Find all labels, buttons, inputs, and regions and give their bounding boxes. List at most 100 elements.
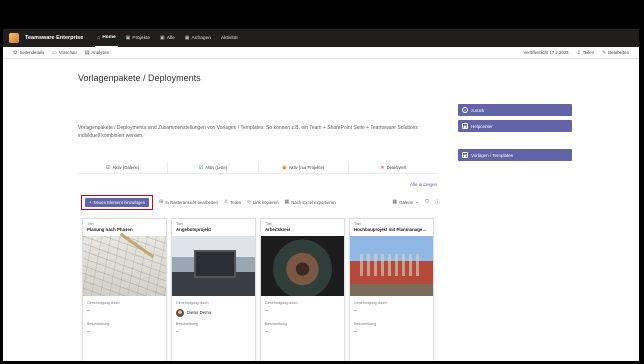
- preview-label: Vorschau: [58, 50, 77, 55]
- copy-link-button[interactable]: ∞ Link kopieren: [247, 199, 278, 205]
- show-all-link[interactable]: Alle anzeigen: [410, 182, 437, 187]
- tab-label: Aktiv (Liste): [205, 165, 228, 170]
- card-title-label: Titel: [87, 222, 94, 226]
- copy-link-label: Link kopieren: [252, 199, 279, 205]
- nav-item-label: Alle: [166, 35, 175, 41]
- site-logo-icon[interactable]: [9, 33, 19, 43]
- command-bar: ⚙ Seitendetails ▭ Vorschau ▤ Analysen Ve…: [3, 47, 639, 59]
- folder-icon: ▣: [281, 164, 287, 171]
- gear-icon: ⚙: [13, 49, 18, 56]
- card-description-value: –: [176, 329, 179, 335]
- card-approval-label: Genehmigung durch: [354, 301, 387, 305]
- card-description-label: Beschreibung: [176, 322, 198, 326]
- helpcenter-button[interactable]: ▣ Helpcenter: [458, 120, 572, 132]
- approver-name: Dieter Demo: [187, 310, 212, 315]
- gallery-card[interactable]: Titel Hochbauprojekt mit Planmanagem... …: [349, 218, 434, 361]
- highlight-box: + Neues Element hinzufügen: [81, 194, 154, 210]
- tab-aktiv-nur-projekte[interactable]: ▣ Aktiv (nur Projekte): [259, 162, 349, 173]
- nav-item-label: Anfragen: [191, 35, 211, 41]
- close-icon: ✕: [380, 164, 385, 171]
- card-description-value: –: [265, 329, 268, 335]
- card-approval-label: Genehmigung durch: [87, 301, 120, 305]
- templates-button[interactable]: ▣ Vorlagen / Templates: [458, 149, 572, 161]
- avatar: [176, 308, 184, 317]
- tab-label: Aktiv (nur Projekte): [288, 165, 325, 170]
- share-list-label: Teilen: [230, 199, 242, 205]
- tab-aktiv-liste[interactable]: ☑ Aktiv (Liste): [168, 162, 259, 173]
- view-selector-label: Galerie: [399, 199, 414, 205]
- export-excel-button[interactable]: ▦ Nach Excel exportieren: [284, 199, 335, 205]
- grid-edit-button[interactable]: ⊞ In Rasteransicht bearbeiten: [159, 199, 218, 205]
- published-status: Veröffentlicht 17.2.2023: [523, 50, 569, 55]
- plus-icon: +: [89, 199, 92, 205]
- new-item-label: Neues Element hinzufügen: [93, 199, 146, 205]
- card-approval-value: –: [354, 308, 357, 314]
- nav-item-alle[interactable]: ▣ Alle: [158, 29, 177, 47]
- card-description-label: Beschreibung: [87, 322, 109, 326]
- card-title-label: Titel: [176, 222, 183, 226]
- page-canvas: Vorlagenpakete / Deployments Vorlagenpak…: [3, 59, 639, 361]
- list-toolbar: + Neues Element hinzufügen ⊞ In Rasteran…: [78, 194, 440, 210]
- site-title[interactable]: Teamsware Enterprise: [25, 35, 83, 41]
- new-item-button[interactable]: + Neues Element hinzufügen: [85, 197, 150, 207]
- card-description-value: –: [87, 329, 90, 335]
- back-button[interactable]: + zurück: [458, 104, 572, 116]
- card-approver[interactable]: Dieter Demo: [172, 305, 255, 317]
- nav-item-aktivitaet[interactable]: Aktivität: [219, 29, 240, 47]
- back-label: zurück: [471, 107, 485, 113]
- tab-label: Deaktiviert: [386, 165, 407, 170]
- card-title: Hochbauprojekt mit Planmanagem...: [354, 227, 430, 232]
- home-icon: ⌂: [97, 34, 101, 41]
- view-tabs: ☑ Aktiv (Galerie) ☑ Aktiv (Liste) ▣ Akti…: [78, 162, 438, 174]
- card-description-label: Beschreibung: [265, 322, 287, 326]
- card-title: Arbeitskreis: [265, 227, 291, 232]
- analytics-button[interactable]: ▤ Analysen: [85, 50, 109, 56]
- page-details-button[interactable]: ⚙ Seitendetails: [13, 50, 44, 56]
- nav-item-anfragen[interactable]: ▣ Anfragen: [183, 29, 213, 47]
- gallery-card[interactable]: Titel Planung nach Phasen Genehmigung du…: [82, 218, 167, 361]
- page-description: Vorlagenpakete / Deployments sind Zusamm…: [78, 125, 418, 139]
- share-icon: ⇪: [223, 199, 229, 205]
- template-icon: ▣: [462, 152, 468, 158]
- nav-item-home[interactable]: ⌂ Home: [95, 29, 118, 47]
- card-title: Angebotsprojekt: [176, 227, 211, 232]
- excel-icon: ▦: [284, 199, 290, 205]
- check-icon: ☑: [198, 164, 204, 171]
- gallery-icon: ▦: [392, 199, 398, 205]
- grid-icon: ⊞: [159, 199, 164, 205]
- share-button[interactable]: ⇪ Teilen: [577, 50, 594, 56]
- edit-label: Bearbeiten: [608, 50, 629, 55]
- folder-icon: ▣: [160, 35, 165, 41]
- nav-item-projekte[interactable]: ▣ Projekte: [124, 29, 152, 47]
- card-title-label: Titel: [265, 222, 272, 226]
- card-approval-label: Genehmigung durch: [176, 301, 209, 305]
- chevron-down-icon: ⌄: [415, 199, 420, 205]
- info-icon[interactable]: ⓘ: [435, 199, 440, 206]
- card-description-value: –: [354, 329, 357, 335]
- preview-button[interactable]: ▭ Vorschau: [52, 50, 77, 56]
- folder-icon: ▣: [184, 35, 190, 41]
- gallery-card[interactable]: Titel Arbeitskreis Genehmigung durch – B…: [260, 218, 345, 361]
- page-details-label: Seitendetails: [19, 50, 45, 55]
- grid-edit-label: In Rasteransicht bearbeiten: [165, 199, 218, 205]
- share-list-button[interactable]: ⇪ Teilen: [224, 199, 241, 205]
- tab-aktiv-galerie[interactable]: ☑ Aktiv (Galerie): [78, 162, 169, 173]
- link-icon: ∞: [247, 199, 251, 205]
- help-icon: ▣: [462, 123, 468, 129]
- folder-icon: ▣: [125, 35, 131, 41]
- pencil-icon: ✎: [602, 49, 607, 56]
- edit-button[interactable]: ✎ Bearbeiten: [602, 50, 629, 56]
- preview-icon: ▭: [52, 49, 57, 56]
- export-excel-label: Nach Excel exportieren: [291, 199, 336, 205]
- templates-label: Vorlagen / Templates: [471, 152, 513, 158]
- view-selector[interactable]: ▦ Galerie ⌄: [392, 199, 419, 205]
- plus-circle-icon: +: [462, 107, 468, 113]
- top-navigation: Teamsware Enterprise ⌂ Home ▣ Projekte ▣…: [3, 29, 639, 47]
- analytics-label: Analysen: [91, 50, 110, 55]
- tab-deaktiviert[interactable]: ✕ Deaktiviert: [349, 162, 438, 173]
- card-approval-label: Genehmigung durch: [265, 301, 298, 305]
- gallery-card[interactable]: Titel Angebotsprojekt Genehmigung durch …: [171, 218, 256, 361]
- filter-icon[interactable]: ⛉: [425, 199, 429, 205]
- helpcenter-label: Helpcenter: [471, 123, 493, 129]
